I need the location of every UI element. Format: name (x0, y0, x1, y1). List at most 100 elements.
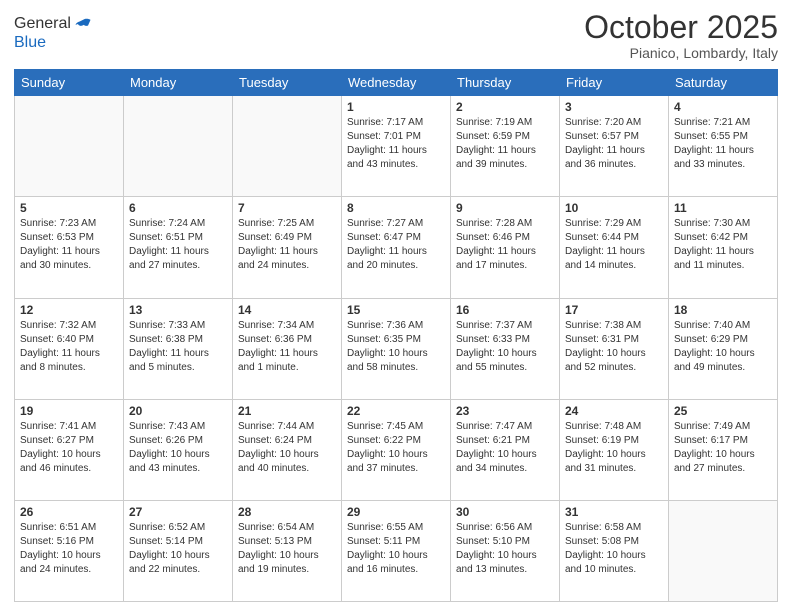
day-info: Sunrise: 7:17 AM Sunset: 7:01 PM Dayligh… (347, 116, 445, 172)
day-info: Sunrise: 7:29 AM Sunset: 6:44 PM Dayligh… (565, 217, 663, 273)
day-info: Sunrise: 7:44 AM Sunset: 6:24 PM Dayligh… (238, 420, 336, 476)
logo: General Blue (14, 14, 93, 52)
calendar-cell: 7 Sunrise: 7:25 AM Sunset: 6:49 PM Daylig… (233, 197, 342, 298)
calendar-cell: 6Sunrise: 7:24 AM Sunset: 6:51 PM Daylig… (124, 197, 233, 298)
calendar-cell: 4 Sunrise: 7:21 AM Sunset: 6:55 PM Daylig… (669, 96, 778, 197)
day-info: Sunrise: 7:41 AM Sunset: 6:27 PM Dayligh… (20, 420, 118, 476)
day-info: Sunrise: 6:54 AM Sunset: 5:13 PM Dayligh… (238, 521, 336, 577)
day-info: Sunrise: 7:20 AM Sunset: 6:57 PM Dayligh… (565, 116, 663, 172)
day-info: Sunrise: 7:24 AM Sunset: 6:51 PM Dayligh… (129, 217, 227, 273)
day-number: 20 (129, 404, 227, 418)
header-wednesday: Wednesday (342, 70, 451, 96)
day-number: 25 (674, 404, 772, 418)
day-number: 18 (674, 303, 772, 317)
day-info: Sunrise: 6:56 AM Sunset: 5:10 PM Dayligh… (456, 521, 554, 577)
day-info: Sunrise: 7:23 AM Sunset: 6:53 PM Dayligh… (20, 217, 118, 273)
calendar-cell (233, 96, 342, 197)
day-number: 30 (456, 505, 554, 519)
calendar-cell: 22 Sunrise: 7:45 AM Sunset: 6:22 PM Dayli… (342, 399, 451, 500)
header: General Blue October 2025 Pianico, Lomba… (14, 10, 778, 61)
week-row-5: 26Sunrise: 6:51 AM Sunset: 5:16 PM Dayli… (15, 500, 778, 601)
week-row-3: 12Sunrise: 7:32 AM Sunset: 6:40 PM Dayli… (15, 298, 778, 399)
day-info: Sunrise: 7:47 AM Sunset: 6:21 PM Dayligh… (456, 420, 554, 476)
day-number: 4 (674, 100, 772, 114)
day-info: Sunrise: 6:51 AM Sunset: 5:16 PM Dayligh… (20, 521, 118, 577)
calendar-cell: 1 Sunrise: 7:17 AM Sunset: 7:01 PM Daylig… (342, 96, 451, 197)
day-info: Sunrise: 7:34 AM Sunset: 6:36 PM Dayligh… (238, 319, 336, 375)
day-number: 24 (565, 404, 663, 418)
day-info: Sunrise: 7:25 AM Sunset: 6:49 PM Dayligh… (238, 217, 336, 273)
header-thursday: Thursday (451, 70, 560, 96)
calendar-cell (669, 500, 778, 601)
header-saturday: Saturday (669, 70, 778, 96)
day-number: 3 (565, 100, 663, 114)
day-number: 10 (565, 201, 663, 215)
header-monday: Monday (124, 70, 233, 96)
day-info: Sunrise: 7:43 AM Sunset: 6:26 PM Dayligh… (129, 420, 227, 476)
calendar-cell: 13 Sunrise: 7:33 AM Sunset: 6:38 PM Dayli… (124, 298, 233, 399)
calendar-cell (124, 96, 233, 197)
day-number: 31 (565, 505, 663, 519)
day-number: 15 (347, 303, 445, 317)
calendar-cell: 5Sunrise: 7:23 AM Sunset: 6:53 PM Daylig… (15, 197, 124, 298)
calendar-table: Sunday Monday Tuesday Wednesday Thursday… (14, 69, 778, 602)
page: General Blue October 2025 Pianico, Lomba… (0, 0, 792, 612)
calendar-cell: 2Sunrise: 7:19 AM Sunset: 6:59 PM Daylig… (451, 96, 560, 197)
day-number: 28 (238, 505, 336, 519)
day-info: Sunrise: 7:19 AM Sunset: 6:59 PM Dayligh… (456, 116, 554, 172)
header-friday: Friday (560, 70, 669, 96)
calendar-cell: 30 Sunrise: 6:56 AM Sunset: 5:10 PM Dayli… (451, 500, 560, 601)
header-sunday: Sunday (15, 70, 124, 96)
calendar-cell: 12Sunrise: 7:32 AM Sunset: 6:40 PM Dayli… (15, 298, 124, 399)
calendar-cell: 20 Sunrise: 7:43 AM Sunset: 6:26 PM Dayli… (124, 399, 233, 500)
day-number: 7 (238, 201, 336, 215)
calendar-cell: 24Sunrise: 7:48 AM Sunset: 6:19 PM Dayli… (560, 399, 669, 500)
calendar-cell: 29Sunrise: 6:55 AM Sunset: 5:11 PM Dayli… (342, 500, 451, 601)
day-info: Sunrise: 6:58 AM Sunset: 5:08 PM Dayligh… (565, 521, 663, 577)
calendar-cell (15, 96, 124, 197)
header-tuesday: Tuesday (233, 70, 342, 96)
calendar-cell: 8 Sunrise: 7:27 AM Sunset: 6:47 PM Daylig… (342, 197, 451, 298)
calendar-cell: 26Sunrise: 6:51 AM Sunset: 5:16 PM Dayli… (15, 500, 124, 601)
calendar-cell: 10 Sunrise: 7:29 AM Sunset: 6:44 PM Dayli… (560, 197, 669, 298)
calendar-cell: 31 Sunrise: 6:58 AM Sunset: 5:08 PM Dayli… (560, 500, 669, 601)
day-number: 14 (238, 303, 336, 317)
calendar-cell: 9Sunrise: 7:28 AM Sunset: 6:46 PM Daylig… (451, 197, 560, 298)
calendar-cell: 3 Sunrise: 7:20 AM Sunset: 6:57 PM Daylig… (560, 96, 669, 197)
calendar-cell: 16 Sunrise: 7:37 AM Sunset: 6:33 PM Dayli… (451, 298, 560, 399)
location-text: Pianico, Lombardy, Italy (584, 45, 778, 61)
week-row-4: 19 Sunrise: 7:41 AM Sunset: 6:27 PM Dayli… (15, 399, 778, 500)
day-info: Sunrise: 7:38 AM Sunset: 6:31 PM Dayligh… (565, 319, 663, 375)
day-number: 13 (129, 303, 227, 317)
day-info: Sunrise: 7:21 AM Sunset: 6:55 PM Dayligh… (674, 116, 772, 172)
month-title: October 2025 (584, 10, 778, 45)
calendar-cell: 19 Sunrise: 7:41 AM Sunset: 6:27 PM Dayli… (15, 399, 124, 500)
calendar-cell: 28 Sunrise: 6:54 AM Sunset: 5:13 PM Dayli… (233, 500, 342, 601)
day-info: Sunrise: 7:33 AM Sunset: 6:38 PM Dayligh… (129, 319, 227, 375)
day-info: Sunrise: 7:27 AM Sunset: 6:47 PM Dayligh… (347, 217, 445, 273)
day-info: Sunrise: 6:55 AM Sunset: 5:11 PM Dayligh… (347, 521, 445, 577)
week-row-2: 5Sunrise: 7:23 AM Sunset: 6:53 PM Daylig… (15, 197, 778, 298)
calendar-cell: 23 Sunrise: 7:47 AM Sunset: 6:21 PM Dayli… (451, 399, 560, 500)
day-info: Sunrise: 7:37 AM Sunset: 6:33 PM Dayligh… (456, 319, 554, 375)
day-info: Sunrise: 7:28 AM Sunset: 6:46 PM Dayligh… (456, 217, 554, 273)
day-info: Sunrise: 7:45 AM Sunset: 6:22 PM Dayligh… (347, 420, 445, 476)
day-number: 11 (674, 201, 772, 215)
day-number: 23 (456, 404, 554, 418)
day-number: 16 (456, 303, 554, 317)
calendar-cell: 15Sunrise: 7:36 AM Sunset: 6:35 PM Dayli… (342, 298, 451, 399)
title-block: October 2025 Pianico, Lombardy, Italy (584, 10, 778, 61)
logo-blue-text: Blue (14, 34, 93, 52)
day-number: 1 (347, 100, 445, 114)
day-info: Sunrise: 7:49 AM Sunset: 6:17 PM Dayligh… (674, 420, 772, 476)
logo-general-text: General (14, 15, 71, 33)
calendar-cell: 21Sunrise: 7:44 AM Sunset: 6:24 PM Dayli… (233, 399, 342, 500)
calendar-cell: 11Sunrise: 7:30 AM Sunset: 6:42 PM Dayli… (669, 197, 778, 298)
day-number: 22 (347, 404, 445, 418)
day-number: 17 (565, 303, 663, 317)
calendar-cell: 17 Sunrise: 7:38 AM Sunset: 6:31 PM Dayli… (560, 298, 669, 399)
day-number: 19 (20, 404, 118, 418)
day-number: 27 (129, 505, 227, 519)
day-number: 8 (347, 201, 445, 215)
calendar-cell: 18Sunrise: 7:40 AM Sunset: 6:29 PM Dayli… (669, 298, 778, 399)
